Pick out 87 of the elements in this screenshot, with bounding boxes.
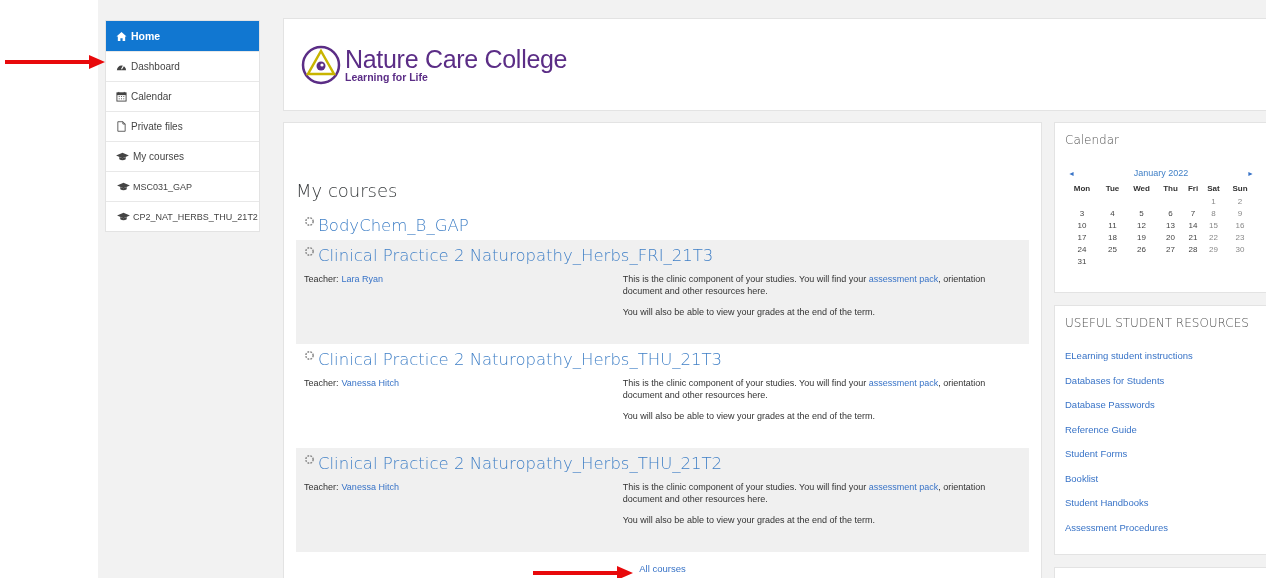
home-icon [116, 30, 127, 42]
calendar-day[interactable]: 30 [1235, 245, 1245, 256]
graduation-cap-icon [116, 151, 129, 162]
nav-item[interactable]: Dashboard [106, 51, 259, 81]
nav-item[interactable]: MSC031_GAP [106, 171, 259, 201]
weekday-header: Thu [1163, 184, 1178, 195]
teacher-link[interactable]: Vanessa Hitch [341, 482, 399, 537]
calendar-day[interactable]: 9 [1237, 209, 1243, 220]
weekday-header: Sat [1207, 184, 1220, 195]
weekday-header: Tue [1105, 184, 1120, 195]
calendar-day[interactable]: 12 [1137, 221, 1146, 232]
course-link[interactable]: Clinical Practice 2 Naturopathy_Herbs_FRI_21T3 [318, 245, 714, 265]
course-link[interactable]: Clinical Practice 2 Naturopathy_Herbs_THU_21T3 [318, 349, 723, 369]
calendar-day[interactable]: 10 [1077, 221, 1087, 232]
calendar-day[interactable]: 7 [1190, 209, 1196, 220]
course-note: You will also be able to view your grades at the end of the term. [622, 411, 876, 423]
resource-link[interactable]: Booklist [1065, 472, 1099, 497]
calendar-day[interactable]: 18 [1108, 233, 1117, 244]
calendar-day[interactable]: 8 [1211, 209, 1216, 220]
logo-icon [301, 44, 341, 85]
weekday-header: Wed [1133, 184, 1150, 195]
weekday-header: Mon [1073, 184, 1091, 195]
block-title: USEFUL STUDENT RESOURCES [1065, 316, 1249, 330]
resource-link[interactable]: Reference Guide [1065, 423, 1137, 448]
calendar-day[interactable]: 11 [1108, 221, 1117, 232]
teacher-label: Teacher: [304, 482, 339, 494]
course-summary: This is the clinic component of your studies. You will find your assessment pack, orientation document and other resources here. [622, 482, 987, 505]
graduation-cap-icon [117, 211, 130, 222]
calendar-day[interactable]: 28 [1188, 245, 1198, 256]
graduation-cap-icon [117, 181, 130, 192]
logo-tagline: Learning for Life [345, 71, 429, 83]
course-icon [304, 216, 315, 227]
nav-item[interactable]: My courses [106, 141, 259, 171]
calendar-day[interactable]: 24 [1077, 245, 1087, 256]
course-summary: This is the clinic component of your studies. You will find your assessment pack, orientation document and other resources here. [622, 378, 987, 401]
weekday-header: Sun [1232, 184, 1248, 195]
calendar-day[interactable]: 1 [1211, 197, 1216, 208]
file-icon [116, 121, 127, 132]
resource-link[interactable]: Database Passwords [1065, 399, 1155, 424]
nav-item[interactable]: CP2_NAT_HERBS_THU_21T2 [106, 201, 259, 231]
calendar-day[interactable]: 15 [1209, 221, 1218, 232]
course-link[interactable]: Clinical Practice 2 Naturopathy_Herbs_THU_21T2 [318, 453, 723, 473]
calendar-day[interactable]: 26 [1137, 245, 1146, 256]
resource-link[interactable]: Databases for Students [1065, 374, 1165, 399]
calendar-day[interactable]: 22 [1209, 233, 1218, 244]
calendar-day[interactable]: 19 [1137, 233, 1146, 244]
calendar-day[interactable]: 29 [1209, 245, 1218, 256]
course-note: You will also be able to view your grades at the end of the term. [622, 307, 876, 319]
calendar-day[interactable]: 21 [1188, 233, 1198, 244]
teacher-link[interactable]: Lara Ryan [341, 274, 384, 329]
calendar-day[interactable]: 4 [1110, 209, 1115, 220]
calendar-day[interactable]: 6 [1168, 209, 1173, 220]
calendar-day[interactable]: 25 [1108, 245, 1117, 256]
teacher-label: Teacher: [304, 378, 339, 390]
calendar-day[interactable]: 14 [1188, 221, 1198, 232]
course-link[interactable]: BodyChem_B_GAP [318, 215, 469, 235]
logo-name: Nature Care College [345, 46, 568, 72]
block-title: My courses [296, 180, 399, 201]
nav-item[interactable]: Calendar [106, 81, 259, 111]
month-title: January 2022 [1133, 168, 1189, 178]
calendar-day[interactable]: 16 [1235, 221, 1245, 232]
course-note: You will also be able to view your grades at the end of the term. [622, 515, 876, 527]
teacher-link[interactable]: Vanessa Hitch [341, 378, 399, 433]
calendar-day[interactable]: 17 [1077, 233, 1087, 244]
calendar-day[interactable]: 23 [1235, 233, 1245, 244]
weekday-header: Fri [1187, 184, 1199, 195]
calendar-icon [116, 91, 127, 102]
course-icon [304, 350, 315, 361]
calendar-day[interactable]: 27 [1166, 245, 1175, 256]
course-icon [304, 246, 315, 257]
teacher-label: Teacher: [304, 274, 339, 286]
calendar-day[interactable]: 2 [1237, 197, 1243, 208]
calendar-day[interactable]: 31 [1077, 257, 1087, 268]
block-title: Calendar [1065, 133, 1120, 147]
calendar-day[interactable]: 20 [1166, 233, 1175, 244]
resource-link[interactable]: Student Forms [1065, 448, 1128, 473]
resource-link[interactable]: Student Handbooks [1065, 497, 1149, 522]
nav-item[interactable]: Home [106, 21, 259, 51]
resource-link[interactable]: ELearning student instructions [1065, 350, 1193, 375]
calendar-day[interactable]: 13 [1166, 221, 1175, 232]
nav-item[interactable]: Private files [106, 111, 259, 141]
course-summary: This is the clinic component of your studies. You will find your assessment pack, orientation document and other resources here. [622, 274, 987, 297]
calendar-day[interactable]: 5 [1139, 209, 1144, 220]
all-courses-link[interactable]: All courses [639, 563, 686, 574]
course-icon [304, 454, 315, 465]
calendar-day[interactable]: 3 [1079, 209, 1085, 220]
resource-link[interactable]: Assessment Procedures [1065, 521, 1168, 546]
